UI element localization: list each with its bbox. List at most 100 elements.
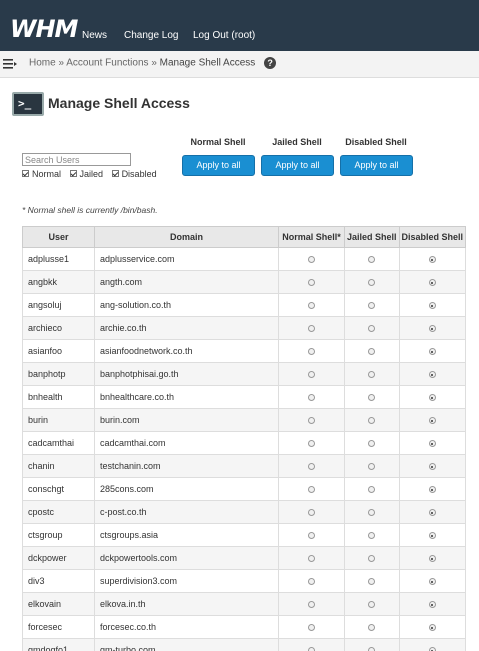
jailed-shell-radio[interactable] xyxy=(368,509,376,517)
jailed-shell-radio[interactable] xyxy=(368,279,376,287)
column-domain[interactable]: Domain xyxy=(94,226,279,248)
filter-normal-checkbox[interactable] xyxy=(22,170,29,178)
normal-shell-radio[interactable] xyxy=(308,601,315,609)
user-cell: elkovain xyxy=(22,592,95,616)
whm-logo[interactable]: WHM xyxy=(10,15,78,43)
normal-shell-radio[interactable] xyxy=(308,463,315,471)
normal-shell-radio[interactable] xyxy=(308,440,315,448)
shell-note: * Normal shell is currently /bin/bash. xyxy=(22,205,158,215)
jailed-shell-radio[interactable] xyxy=(368,532,376,540)
disabled-shell-cell xyxy=(398,523,467,547)
disabled-shell-radio[interactable] xyxy=(428,624,436,632)
filter-jailed-checkbox[interactable] xyxy=(69,170,77,178)
normal-shell-radio[interactable] xyxy=(308,279,315,287)
breadcrumb-account-functions[interactable]: Account Functions xyxy=(66,58,148,69)
disabled-shell-radio[interactable] xyxy=(428,256,436,264)
jailed-shell-radio[interactable] xyxy=(368,348,376,356)
table-row: angbkk angth.com xyxy=(22,270,467,294)
normal-shell-radio[interactable] xyxy=(308,509,315,517)
normal-shell-cell xyxy=(278,362,345,386)
disabled-shell-radio[interactable] xyxy=(428,601,436,609)
disabled-shell-radio[interactable] xyxy=(428,348,436,356)
column-jailed-shell: Jailed Shell xyxy=(344,226,400,248)
nav-news[interactable]: News xyxy=(82,30,107,41)
search-users-input[interactable] xyxy=(22,153,131,166)
normal-shell-radio[interactable] xyxy=(308,532,315,540)
filter-disabled-checkbox[interactable] xyxy=(111,170,119,178)
jailed-shell-radio[interactable] xyxy=(368,394,376,402)
apply-all-jailed-button[interactable]: Apply to all xyxy=(261,155,334,176)
breadcrumb-home[interactable]: Home xyxy=(29,58,56,69)
user-cell: burin xyxy=(22,408,95,432)
normal-shell-radio[interactable] xyxy=(308,578,315,586)
jailed-shell-cell xyxy=(344,569,400,593)
apply-all-disabled-button[interactable]: Apply to all xyxy=(340,155,413,176)
normal-shell-radio[interactable] xyxy=(308,256,315,264)
disabled-shell-radio[interactable] xyxy=(428,440,436,448)
normal-shell-radio[interactable] xyxy=(308,394,315,402)
jailed-shell-radio[interactable] xyxy=(368,647,376,651)
user-cell: cpostc xyxy=(22,500,95,524)
disabled-shell-cell xyxy=(398,316,467,340)
disabled-shell-radio[interactable] xyxy=(428,371,436,379)
normal-shell-radio[interactable] xyxy=(308,371,315,379)
disabled-shell-radio[interactable] xyxy=(428,555,436,563)
disabled-shell-radio[interactable] xyxy=(428,302,436,310)
normal-shell-radio[interactable] xyxy=(308,647,315,651)
table-row: angsoluj ang-solution.co.th xyxy=(22,293,467,317)
user-cell: div3 xyxy=(22,569,95,593)
jailed-shell-radio[interactable] xyxy=(368,624,376,632)
disabled-shell-radio[interactable] xyxy=(428,578,436,586)
shell-access-table: User Domain Normal Shell* Jailed Shell D… xyxy=(22,226,467,651)
disabled-shell-radio[interactable] xyxy=(428,394,436,402)
disabled-shell-radio[interactable] xyxy=(428,463,436,471)
nav-logout[interactable]: Log Out (root) xyxy=(193,30,255,41)
disabled-shell-radio[interactable] xyxy=(428,325,436,333)
jailed-shell-radio[interactable] xyxy=(368,578,376,586)
jailed-shell-radio[interactable] xyxy=(368,256,376,264)
user-cell: asianfoo xyxy=(22,339,95,363)
jailed-shell-radio[interactable] xyxy=(368,325,376,333)
normal-shell-radio[interactable] xyxy=(308,624,315,632)
jailed-shell-radio[interactable] xyxy=(368,463,376,471)
disabled-shell-radio[interactable] xyxy=(428,417,436,425)
domain-cell: archie.co.th xyxy=(94,316,279,340)
disabled-shell-radio[interactable] xyxy=(428,279,436,287)
normal-shell-radio[interactable] xyxy=(308,417,315,425)
help-icon[interactable]: ? xyxy=(264,57,277,69)
normal-shell-radio[interactable] xyxy=(308,555,315,563)
domain-cell: burin.com xyxy=(94,408,279,432)
column-user[interactable]: User xyxy=(22,226,95,248)
normal-shell-radio[interactable] xyxy=(308,302,315,310)
disabled-shell-radio[interactable] xyxy=(428,647,436,651)
normal-shell-radio[interactable] xyxy=(308,486,315,494)
disabled-shell-radio[interactable] xyxy=(428,486,436,494)
jailed-shell-cell xyxy=(344,546,400,570)
table-row: bnhealth bnhealthcare.co.th xyxy=(22,385,467,409)
jailed-shell-radio[interactable] xyxy=(368,486,376,494)
nav-change-log[interactable]: Change Log xyxy=(124,30,179,41)
jailed-shell-radio[interactable] xyxy=(368,440,376,448)
normal-shell-radio[interactable] xyxy=(308,348,315,356)
top-bar: WHM News Change Log Log Out (root) xyxy=(0,0,479,51)
jailed-shell-radio[interactable] xyxy=(368,555,376,563)
disabled-shell-cell xyxy=(398,546,467,570)
jailed-shell-radio[interactable] xyxy=(368,302,376,310)
domain-cell: forcesec.co.th xyxy=(94,615,279,639)
jailed-shell-radio[interactable] xyxy=(368,371,376,379)
filter-normal-label: Normal xyxy=(32,168,62,179)
disabled-shell-cell xyxy=(398,569,467,593)
user-cell: dckpower xyxy=(22,546,95,570)
jailed-shell-radio[interactable] xyxy=(368,601,376,609)
disabled-shell-radio[interactable] xyxy=(428,532,436,540)
breadcrumb-current: Manage Shell Access xyxy=(159,57,256,69)
table-header-row: User Domain Normal Shell* Jailed Shell D… xyxy=(22,226,467,248)
apply-all-normal-button[interactable]: Apply to all xyxy=(182,155,255,176)
disabled-shell-radio[interactable] xyxy=(428,509,436,517)
jailed-shell-cell xyxy=(344,592,400,616)
jailed-shell-radio[interactable] xyxy=(368,417,376,425)
table-row: cadcamthai cadcamthai.com xyxy=(22,431,467,455)
table-row: gmdogfo1 gm-turbo.com xyxy=(22,638,467,651)
normal-shell-radio[interactable] xyxy=(308,325,315,333)
menu-toggle-icon[interactable] xyxy=(3,59,17,69)
